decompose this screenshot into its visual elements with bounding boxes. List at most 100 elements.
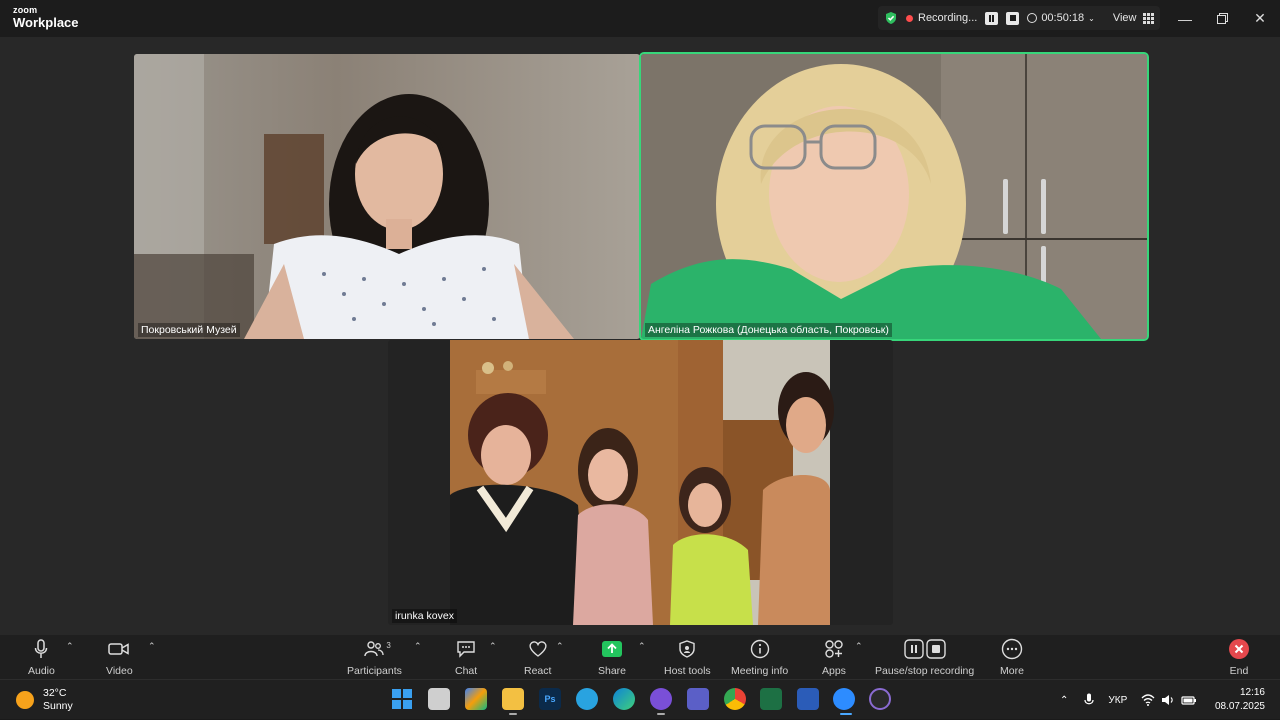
participant-video-1	[134, 54, 640, 339]
end-meeting-button[interactable]: End	[1228, 637, 1250, 677]
host-shield-icon	[679, 640, 696, 658]
taskbar-clock[interactable]: 12:16 08.07.2025	[1215, 686, 1265, 714]
audio-button[interactable]: Audio	[28, 637, 55, 677]
microphone-icon	[35, 639, 48, 658]
close-icon: ✕	[1254, 10, 1266, 26]
video-options-caret-icon[interactable]: ⌃	[148, 641, 156, 652]
recording-label: Recording...	[918, 12, 978, 24]
running-indicator	[509, 713, 517, 715]
share-button[interactable]: Share	[598, 637, 626, 677]
more-dots-icon	[1001, 638, 1023, 660]
weather-description: Sunny	[43, 700, 73, 712]
more-label: More	[1000, 665, 1024, 677]
react-button[interactable]: React	[524, 637, 551, 677]
clock-date: 08.07.2025	[1214, 701, 1265, 712]
recording-status-bar: Recording... 00:50:18 ⌄ View	[878, 6, 1160, 30]
minimize-button[interactable]: —	[1166, 0, 1204, 37]
clock-icon	[1027, 13, 1038, 23]
apps-icon	[825, 640, 843, 658]
pause-stop-recording-button[interactable]: Pause/stop recording	[875, 637, 974, 677]
host-tools-button[interactable]: Host tools	[664, 637, 711, 677]
teams-icon[interactable]	[687, 688, 709, 710]
zoom-logo: zoom Workplace	[13, 6, 79, 30]
task-view-icon[interactable]	[428, 688, 450, 710]
tray-microphone-icon[interactable]	[1084, 693, 1094, 707]
minimize-icon: —	[1178, 10, 1192, 27]
chevron-up-icon[interactable]: ⌃	[1060, 695, 1068, 706]
copilot-icon[interactable]	[465, 688, 487, 710]
zoom-app-icon[interactable]	[833, 688, 855, 710]
participant-video-2	[641, 54, 1147, 339]
video-tile-1[interactable]: Покровський Музей	[134, 54, 640, 339]
apps-options-caret-icon[interactable]: ⌃	[855, 641, 863, 652]
sun-icon	[16, 691, 34, 709]
view-label: View	[1112, 12, 1137, 24]
video-label: Video	[106, 665, 133, 677]
weather-widget[interactable]: 32°C Sunny	[16, 687, 73, 713]
security-shield-icon[interactable]	[884, 11, 898, 25]
pause-recording-button[interactable]	[985, 11, 999, 25]
battery-icon[interactable]	[1181, 694, 1197, 706]
end-x-icon	[1229, 639, 1249, 659]
video-tile-3[interactable]: irunka kovex	[388, 340, 893, 625]
restore-icon	[1216, 13, 1228, 24]
pause-icon	[989, 14, 995, 22]
video-button[interactable]: Video	[106, 637, 133, 677]
participants-count: 3	[386, 641, 391, 650]
share-options-caret-icon[interactable]: ⌃	[638, 641, 646, 652]
participants-button[interactable]: 3 Participants	[347, 637, 402, 677]
apps-label: Apps	[822, 665, 846, 677]
video-tile-2-active-speaker[interactable]: Ангеліна Рожкова (Донецька область, Покр…	[639, 52, 1149, 341]
recording-indicator[interactable]: Recording...	[906, 12, 977, 24]
react-options-caret-icon[interactable]: ⌃	[556, 641, 564, 652]
speaker-icon[interactable]	[1161, 694, 1175, 706]
audio-options-caret-icon[interactable]: ⌃	[66, 641, 74, 652]
chat-options-caret-icon[interactable]: ⌃	[489, 641, 497, 652]
viber-icon[interactable]	[650, 688, 672, 710]
participant-name-2: Ангеліна Рожкова (Донецька область, Покр…	[645, 323, 892, 337]
view-button[interactable]: View	[1113, 12, 1154, 24]
close-window-button[interactable]: ✕	[1241, 0, 1279, 37]
photoshop-icon[interactable]: Ps	[539, 688, 561, 710]
pause-recording-icon	[903, 639, 924, 659]
edge-icon[interactable]	[613, 688, 635, 710]
participant-name-3: irunka kovex	[392, 609, 457, 623]
running-indicator	[657, 713, 665, 715]
language-indicator[interactable]: УКР	[1108, 695, 1127, 706]
active-indicator	[840, 713, 852, 715]
windows-start-icon[interactable]	[391, 688, 413, 710]
host-tools-label: Host tools	[664, 665, 711, 677]
windows-logo-icon	[392, 689, 412, 709]
participants-icon	[364, 641, 385, 657]
chevron-down-icon: ⌄	[1088, 13, 1095, 23]
stop-recording-icon	[925, 639, 946, 659]
participants-options-caret-icon[interactable]: ⌃	[414, 641, 422, 652]
restore-button[interactable]	[1203, 0, 1241, 37]
apps-button[interactable]: Apps	[822, 637, 846, 677]
more-button[interactable]: More	[1000, 637, 1024, 677]
word-icon[interactable]	[797, 688, 819, 710]
end-label: End	[1229, 665, 1249, 677]
chat-icon	[457, 641, 475, 658]
wifi-icon[interactable]	[1141, 694, 1155, 706]
video-camera-icon	[108, 643, 130, 655]
chat-button[interactable]: Chat	[455, 637, 477, 677]
excel-icon[interactable]	[760, 688, 782, 710]
media-player-icon[interactable]	[869, 688, 891, 710]
file-explorer-icon[interactable]	[502, 688, 524, 710]
info-icon	[750, 639, 769, 659]
telegram-icon[interactable]	[576, 688, 598, 710]
meeting-info-label: Meeting info	[731, 665, 789, 677]
stop-icon	[1009, 15, 1016, 21]
share-screen-icon	[602, 641, 623, 657]
brand-bottom: Workplace	[13, 15, 79, 30]
elapsed-time: 00:50:18	[1041, 12, 1085, 24]
chrome-icon[interactable]	[724, 688, 746, 710]
grid-icon	[1142, 12, 1154, 24]
stop-recording-button[interactable]	[1006, 11, 1020, 25]
chat-label: Chat	[455, 665, 478, 677]
meeting-timer[interactable]: 00:50:18 ⌄	[1027, 12, 1095, 24]
video-stage: Покровський Музей Ангеліна Рожкова (Доне…	[0, 37, 1280, 635]
meeting-info-button[interactable]: Meeting info	[731, 637, 788, 677]
heart-icon	[529, 641, 547, 657]
